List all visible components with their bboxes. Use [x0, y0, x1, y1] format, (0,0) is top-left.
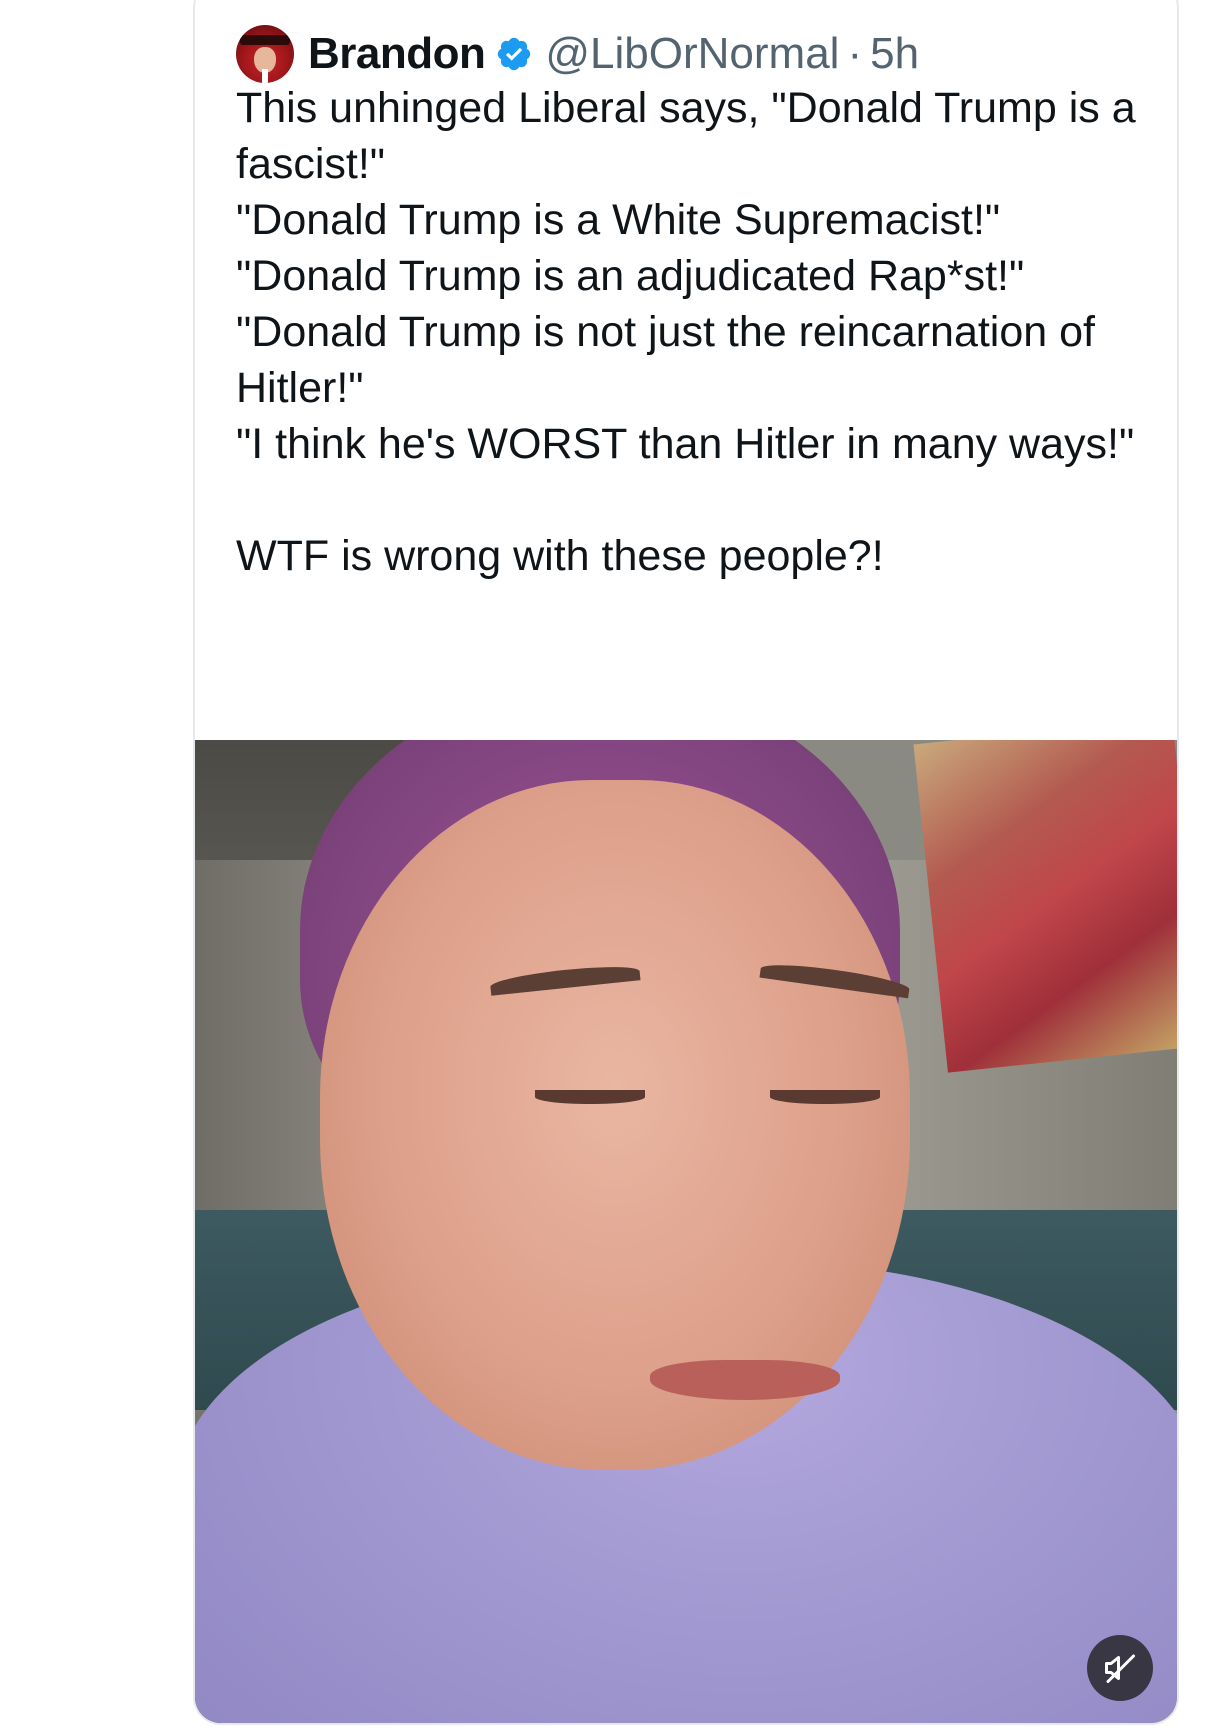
verified-badge-icon: [498, 37, 531, 71]
post-video[interactable]: [195, 740, 1177, 1723]
post-header: Brandon @LibOrNormal · 5h: [236, 22, 919, 86]
author-display-name[interactable]: Brandon: [308, 29, 486, 79]
post-timestamp[interactable]: 5h: [870, 29, 919, 79]
author-avatar[interactable]: [236, 25, 294, 83]
mute-toggle-button[interactable]: [1087, 1635, 1153, 1701]
speaker-muted-icon: [1105, 1654, 1135, 1683]
separator-dot: ·: [847, 29, 863, 78]
quoted-post-card[interactable]: Brandon @LibOrNormal · 5h This unhinged …: [193, 0, 1179, 1725]
author-handle[interactable]: @LibOrNormal: [545, 29, 839, 79]
post-text: This unhinged Liberal says, "Donald Trum…: [236, 84, 1136, 580]
